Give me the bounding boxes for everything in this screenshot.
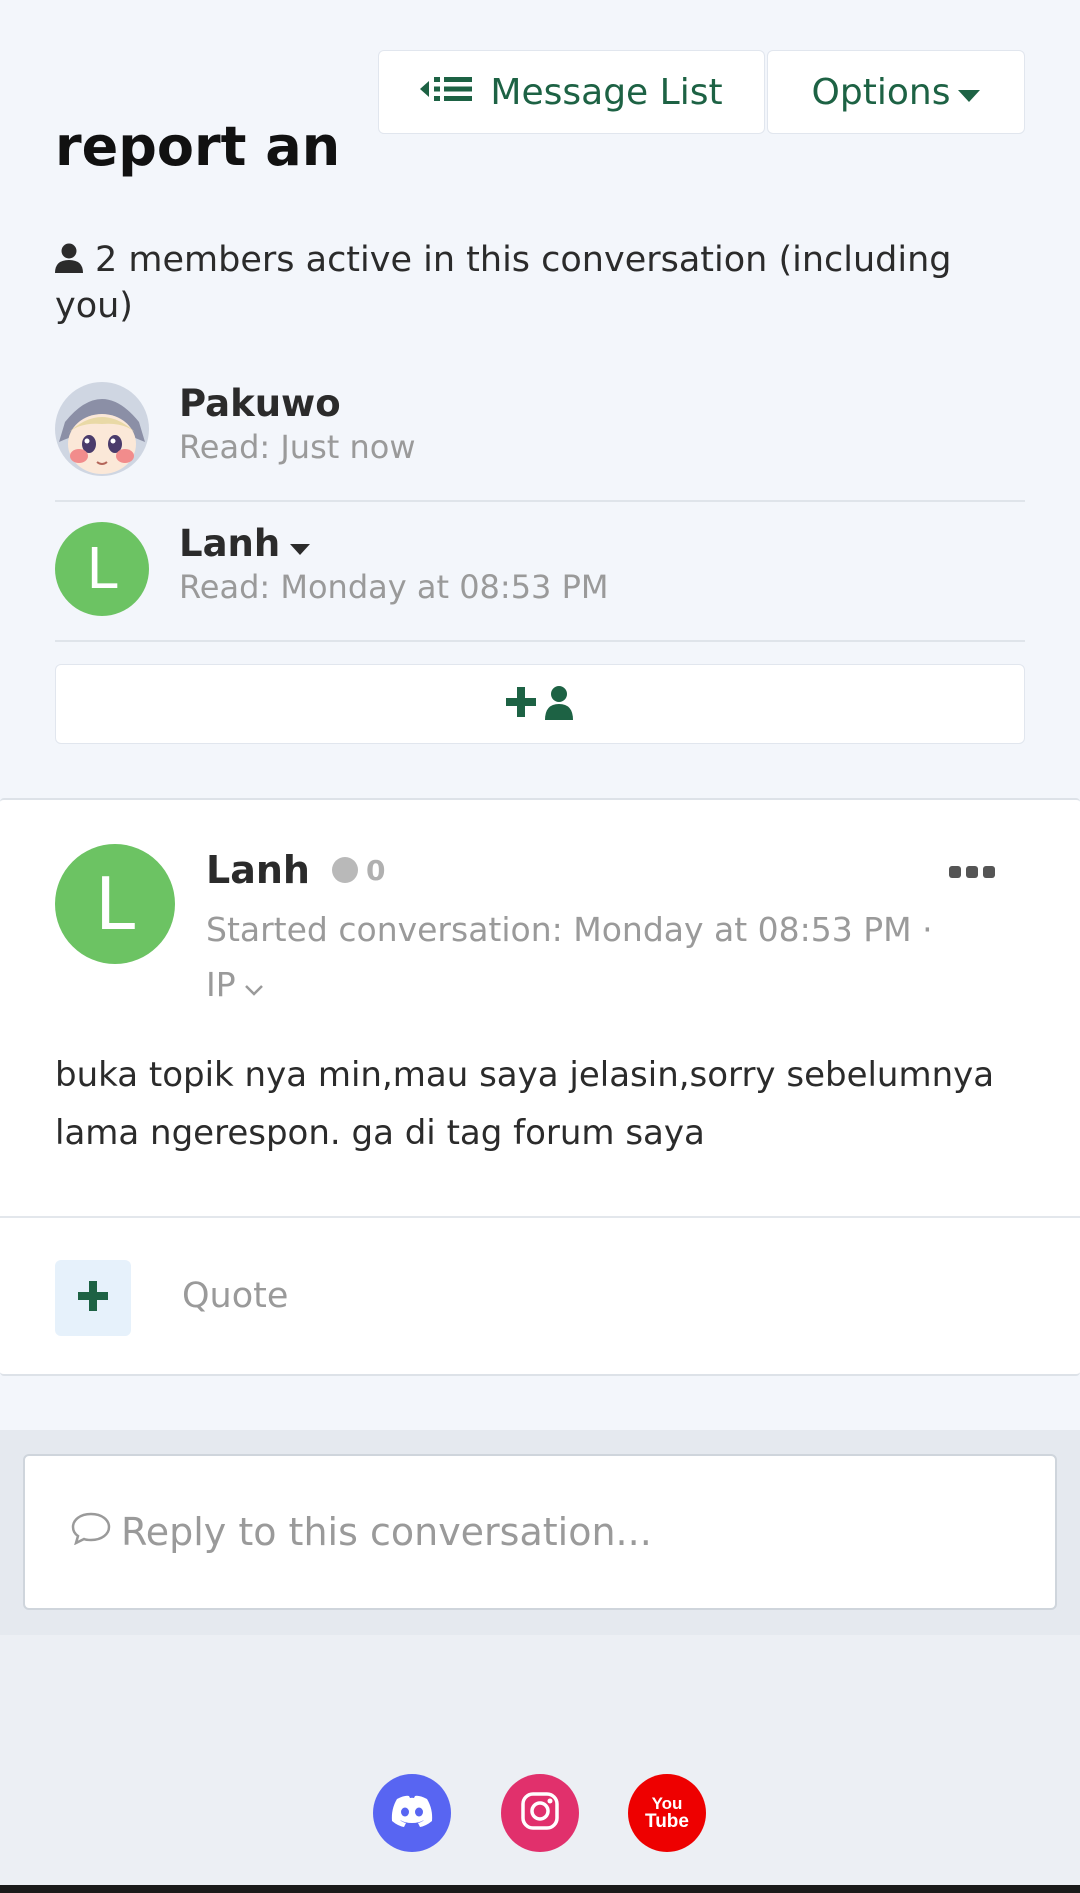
page-title: report an	[55, 115, 341, 178]
instagram-link[interactable]	[501, 1774, 579, 1852]
footer: You Tube	[0, 1635, 1080, 1885]
divider	[0, 1216, 1080, 1218]
post-author-line: Lanh 0	[206, 848, 385, 892]
message-card: L Lanh 0 Started conversation: Monday at…	[0, 798, 1080, 1376]
member-row: L Lanh Read: Monday at 08:53 PM	[55, 502, 1025, 642]
ip-toggle[interactable]: IP	[206, 957, 264, 1012]
more-icon	[949, 864, 995, 883]
invite-member-button[interactable]	[55, 664, 1025, 744]
post-date[interactable]: Started conversation: Monday at 08:53 PM…	[206, 910, 933, 949]
conversation-header: Message List Options report an 2 members…	[0, 0, 1080, 800]
youtube-icon-top: You	[651, 1794, 683, 1813]
multi-quote-button[interactable]	[55, 1260, 131, 1336]
members-summary-text: 2 members active in this conversation (i…	[55, 240, 952, 326]
plus-icon	[78, 1281, 108, 1315]
reply-placeholder: Reply to this conversation...	[121, 1510, 652, 1554]
discord-icon	[389, 1794, 435, 1832]
members-summary: 2 members active in this conversation (i…	[55, 238, 1015, 328]
discord-link[interactable]	[373, 1774, 451, 1852]
message-body: buka topik nya min,mau saya jelasin,sorr…	[55, 1055, 995, 1153]
member-read-status: Read: Just now	[179, 428, 416, 466]
avatar[interactable]	[55, 382, 149, 476]
options-label: Options	[811, 71, 951, 113]
caret-down-icon	[290, 522, 311, 565]
avatar[interactable]: L	[55, 844, 175, 964]
message-list-button[interactable]: Message List	[378, 50, 765, 134]
reply-input[interactable]: Reply to this conversation...	[23, 1454, 1057, 1610]
add-user-icon	[504, 684, 576, 724]
post-meta: Started conversation: Monday at 08:53 PM…	[206, 902, 1006, 1012]
system-nav-bar	[0, 1885, 1080, 1893]
reaction-count: 0	[365, 853, 386, 887]
ip-label: IP	[206, 965, 236, 1004]
reply-area: Reply to this conversation...	[0, 1430, 1080, 1635]
user-icon	[55, 240, 83, 284]
post-author[interactable]: Lanh	[206, 848, 310, 892]
reaction-score: 0	[331, 853, 386, 887]
youtube-link[interactable]: You Tube	[628, 1774, 706, 1852]
member-name: Lanh	[179, 522, 281, 565]
caret-down-icon	[958, 72, 981, 113]
member-read-status: Read: Monday at 08:53 PM	[179, 568, 609, 606]
options-button[interactable]: Options	[767, 50, 1025, 134]
chevron-down-icon	[244, 957, 264, 1012]
back-list-icon	[420, 72, 473, 113]
comment-icon	[71, 1510, 111, 1554]
member-name-menu[interactable]: Lanh	[179, 522, 311, 565]
member-name[interactable]: Pakuwo	[179, 382, 341, 425]
instagram-icon	[520, 1791, 560, 1835]
anime-girl-avatar	[55, 382, 149, 476]
more-options-button[interactable]	[944, 860, 1000, 886]
status-dot-icon	[331, 857, 358, 883]
youtube-icon-bottom: Tube	[645, 1811, 689, 1832]
avatar[interactable]: L	[55, 522, 149, 616]
message-list-label: Message List	[490, 71, 723, 113]
quote-button[interactable]: Quote	[182, 1276, 288, 1316]
member-row: Pakuwo Read: Just now	[55, 362, 1025, 502]
